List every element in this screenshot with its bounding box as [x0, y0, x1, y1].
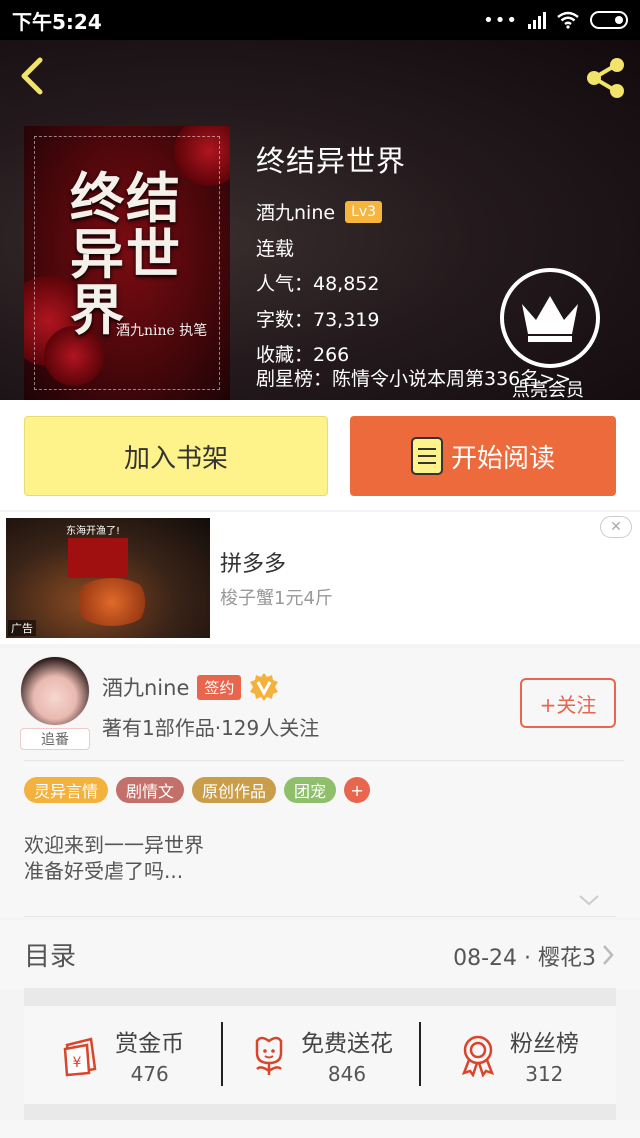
book-title: 终结异世界: [256, 144, 407, 178]
book-intro[interactable]: 欢迎来到一一异世界 准备好受虐了吗...: [24, 832, 204, 884]
share-icon[interactable]: [582, 54, 630, 102]
author-name-row: 酒九nine 签约: [102, 672, 279, 702]
chevron-down-icon[interactable]: [578, 894, 600, 906]
stat-label: 赏金币: [115, 1031, 185, 1057]
tag-item[interactable]: 灵异言情: [24, 777, 109, 803]
table-of-contents-row[interactable]: 目录 08-24 · 樱花3: [0, 920, 640, 990]
author-card: 追番 酒九nine 签约 著有1部作品·129人关注 +关注 灵异言情 剧情文 …: [0, 648, 640, 918]
stat-value: 846: [327, 1062, 367, 1086]
book-word-count: 字数：73,319: [256, 308, 380, 331]
signed-badge: 签约: [197, 674, 242, 700]
signal-icon: [528, 11, 546, 29]
start-reading-button[interactable]: 开始阅读: [350, 416, 616, 496]
coin-envelope-icon: ¥: [63, 1037, 97, 1077]
reward-coin-button[interactable]: ¥ 赏金币 476: [24, 1006, 221, 1104]
add-tag-button[interactable]: +: [344, 777, 371, 803]
status-time: 下午5:24: [12, 9, 102, 34]
follow-button[interactable]: +关注: [520, 678, 616, 728]
tag-item[interactable]: 团宠: [284, 777, 337, 803]
bottom-area: [0, 1120, 640, 1138]
intro-line: 欢迎来到一一异世界: [24, 833, 204, 857]
divider: [24, 916, 616, 917]
flower-icon: [255, 1036, 283, 1075]
book-author[interactable]: 酒九nine: [256, 198, 335, 225]
stat-label: 免费送花: [300, 1031, 393, 1057]
avatar-badge: 追番: [20, 728, 90, 750]
add-to-shelf-button[interactable]: 加入书架: [24, 416, 328, 496]
chevron-right-icon: [603, 945, 614, 965]
book-header: 终结异世界 酒九nine 执笔 终结异世界 酒九nine Lv3 连载 人气：4…: [0, 40, 640, 400]
book-popularity: 人气：48,852: [256, 273, 380, 296]
section-gap: [24, 1104, 616, 1120]
fan-ranking-button[interactable]: 粉丝榜 312: [418, 1006, 616, 1104]
tag-item[interactable]: 剧情文: [116, 777, 185, 803]
book-status: 连载: [256, 237, 295, 260]
ad-close-icon[interactable]: ✕: [600, 516, 632, 538]
toc-label: 目录: [24, 942, 77, 972]
verified-v-icon: [250, 673, 279, 701]
more-dots-icon: •••: [483, 9, 518, 31]
send-flower-button[interactable]: 免费送花 846: [221, 1006, 418, 1104]
book-cover[interactable]: 终结异世界 酒九nine 执笔: [24, 126, 230, 400]
tag-item[interactable]: 原创作品: [192, 777, 277, 803]
back-arrow-icon[interactable]: [16, 56, 50, 96]
avatar[interactable]: [20, 656, 90, 726]
cover-title-art: 终结异世界: [70, 166, 182, 342]
wifi-icon: [557, 11, 579, 29]
ad-tag: 广告: [8, 620, 36, 636]
stat-value: 476: [130, 1062, 169, 1086]
ad-image-banner: 东海开渔了!: [66, 526, 121, 537]
ad-banner[interactable]: 东海开渔了! 广告 拼多多 梭子蟹1元4斤 ✕: [0, 512, 640, 644]
ad-title[interactable]: 拼多多: [220, 546, 286, 578]
medal-icon: [461, 1035, 494, 1077]
ad-image[interactable]: 东海开渔了! 广告: [6, 518, 210, 638]
cover-author-sign: 酒九nine 执笔: [116, 323, 208, 339]
crown-icon: [522, 296, 578, 342]
system-icons: •••: [483, 10, 628, 31]
svg-text:¥: ¥: [73, 1055, 82, 1071]
author-stats: 著有1部作品·129人关注: [102, 716, 320, 740]
stats-bar: ¥ 赏金币 476 免费送花 846 粉丝榜 312: [24, 1006, 616, 1104]
stat-value: 312: [525, 1062, 564, 1086]
action-bar: 加入书架 开始阅读: [0, 400, 640, 510]
tag-list: 灵异言情 剧情文 原创作品 团宠 +: [24, 777, 371, 803]
author-name[interactable]: 酒九nine: [102, 672, 189, 702]
ad-image-box: [68, 538, 128, 578]
vip-crown-button[interactable]: [500, 268, 600, 368]
ad-image-crab: [72, 578, 152, 626]
divider: [24, 760, 624, 761]
intro-line: 准备好受虐了吗...: [24, 859, 184, 883]
book-info: 终结异世界 酒九nine Lv3 连载 人气：48,852 字数：73,319 …: [256, 138, 406, 372]
battery-icon: [590, 11, 628, 29]
ad-description[interactable]: 梭子蟹1元4斤: [220, 584, 333, 610]
ranking-link[interactable]: 剧星榜：陈情令小说本周第336名>>: [256, 364, 571, 391]
start-reading-label: 开始阅读: [450, 443, 555, 474]
section-gap: [24, 988, 616, 1006]
book-author-row: 酒九nine Lv3: [256, 194, 406, 230]
latest-chapter: 08-24 · 樱花3: [453, 946, 596, 971]
level-badge: Lv3: [345, 200, 383, 223]
stat-label: 粉丝榜: [509, 1031, 579, 1057]
status-bar: 下午5:24 •••: [0, 0, 640, 40]
book-icon: [410, 437, 443, 475]
